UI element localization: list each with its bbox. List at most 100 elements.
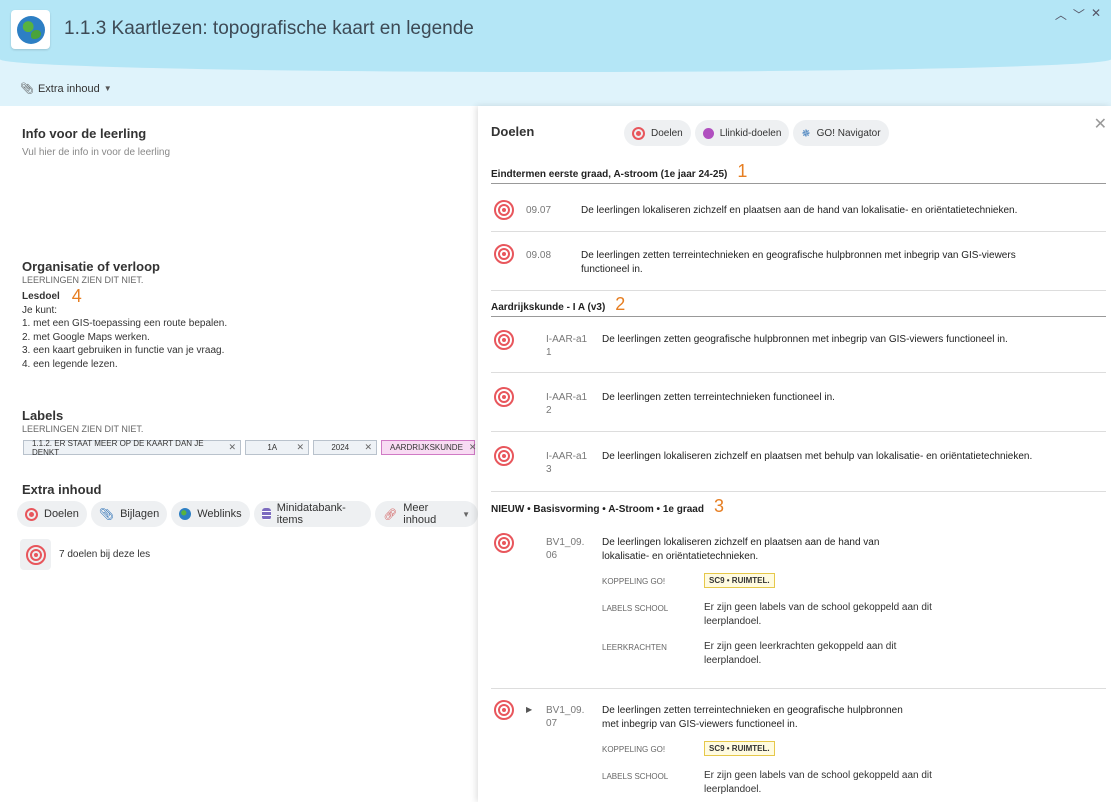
meta-label: KOPPELING GO! [602, 577, 666, 586]
goal-row[interactable]: I-AAR-a1 1 De leerlingen zetten geografis… [491, 330, 1106, 373]
lesdoel-line: 2. met Google Maps werken. [22, 331, 150, 343]
extra-content-toggle[interactable]: 📎︎ Extra inhoud ▼ [20, 82, 112, 96]
goals-panel: Doelen Doelen Llinkid-doelen ✵ GO! Naviga… [478, 106, 1111, 802]
label-tag[interactable]: AARDRIJKSKUNDE ✕ [381, 440, 477, 455]
goal-text: De leerlingen zetten terreintechnieken e… [602, 705, 903, 730]
goal-code: BV1_09. 07 [546, 705, 585, 729]
weblinks-button[interactable]: Weblinks [171, 501, 250, 527]
goal-text: De leerlingen lokaliseren zichzelf en pl… [602, 537, 880, 562]
organisation-title: Organisatie of verloop [22, 259, 160, 274]
target-icon [494, 700, 514, 720]
lesdoel-label: Lesdoel [22, 291, 60, 302]
goal-row[interactable]: 09.07 De leerlingen lokaliseren zichzelf… [491, 200, 1106, 232]
target-icon [632, 126, 645, 140]
target-icon [25, 507, 38, 521]
goal-row[interactable]: ▶ BV1_09. 07 De leerlingen zetten terrein… [491, 700, 1106, 802]
target-icon [494, 200, 514, 220]
extra-content-label: Extra inhoud [37, 82, 100, 95]
doelen-summary-icon[interactable] [20, 539, 51, 570]
lesdoel-line: 3. een kaart gebruiken in functie van je… [22, 345, 225, 356]
lesson-info-panel: Info voor de leerling Vul hier de info i… [0, 106, 478, 802]
caret-down-icon: ▼ [462, 509, 470, 519]
goal-text: De leerlingen lokaliseren zichzelf en pl… [602, 451, 1033, 462]
goal-row[interactable]: I-AAR-a1 2 De leerlingen zetten terreinte… [491, 387, 1106, 432]
paperclip-icon: 📎︎ [98, 507, 115, 521]
koppeling-badge: SC9 • RUIMTEL. [704, 573, 775, 588]
paperclip-icon: 📎︎ [20, 83, 34, 95]
target-icon [494, 446, 514, 466]
goal-row[interactable]: 09.08 De leerlingen zetten terreintechni… [491, 244, 1106, 291]
link-icon: 🔗︎ [383, 508, 398, 521]
goal-code: BV1_09. 06 [546, 537, 585, 561]
lesdoel-block[interactable]: Lesdoel 4 Je kunt: 1. met een GIS-toepas… [22, 286, 228, 371]
target-icon [494, 387, 514, 407]
chevron-up-icon[interactable]: ︿ [1055, 6, 1067, 23]
meta-label: LABELS SCHOOL [602, 604, 669, 613]
remove-icon[interactable]: ✕ [364, 442, 372, 453]
goal-row[interactable]: I-AAR-a1 3 De leerlingen lokaliseren zich… [491, 446, 1106, 492]
doelen-summary: 7 doelen bij deze les [59, 549, 151, 560]
database-icon [261, 508, 271, 520]
meta-label: KOPPELING GO! [602, 745, 666, 754]
meta-label: LABELS SCHOOL [602, 772, 669, 781]
labels-list: 1.1.2. ER STAAT MEER OP DE KAART DAN JE … [23, 439, 477, 457]
goal-text: De leerlingen zetten terreintechnieken e… [581, 250, 1016, 275]
goal-code: 09.08 [526, 250, 552, 261]
info-input[interactable]: Vul hier de info in voor de leerling [22, 147, 170, 158]
filter-doelen-button[interactable]: Doelen [624, 120, 691, 146]
globe-icon [16, 15, 45, 44]
goal-code: 09.07 [526, 205, 552, 216]
labels-note: LEERLINGEN ZIEN DIT NIET. [22, 424, 144, 434]
target-icon [25, 544, 46, 565]
compass-icon: ✵ [801, 127, 811, 140]
info-title: Info voor de leerling [22, 126, 147, 141]
window-controls: ︿ ﹀ ✕ [1055, 6, 1101, 23]
goals-filter-buttons: Doelen Llinkid-doelen ✵ GO! Navigator [624, 120, 889, 146]
app-header: 1.1.3 Kaartlezen: topografische kaart en… [0, 0, 1111, 106]
remove-icon[interactable]: ✕ [469, 442, 477, 453]
meer-inhoud-button[interactable]: 🔗︎ Meer inhoud ▼ [375, 501, 478, 527]
close-panel-icon[interactable]: ✕ [1094, 114, 1107, 134]
meta-label: LEERKRACHTEN [602, 643, 667, 652]
doelen-button[interactable]: Doelen [17, 501, 87, 527]
meta-value: Er zijn geen leerkrachten gekoppeld aan … [704, 641, 897, 666]
bijlagen-button[interactable]: 📎︎ Bijlagen [90, 501, 168, 527]
section-marker: 1 [737, 161, 748, 181]
goal-code: I-AAR-a1 2 [546, 392, 588, 416]
extra-content-title: Extra inhoud [22, 482, 102, 497]
goal-code: I-AAR-a1 3 [546, 451, 588, 475]
goal-text: De leerlingen zetten geografische hulpbr… [602, 334, 1008, 345]
goal-section-heading: NIEUW • Basisvorming • A-Stroom • 1e gra… [491, 496, 724, 516]
page-title: 1.1.3 Kaartlezen: topografische kaart en… [64, 18, 474, 39]
section-marker: 3 [713, 496, 724, 516]
llinkid-icon [702, 127, 714, 139]
meta-value: Er zijn geen labels van de school gekopp… [704, 602, 932, 627]
lesdoel-line: 1. met een GIS-toepassing een route bepa… [22, 318, 228, 329]
chevron-down-icon[interactable]: ﹀ [1073, 6, 1085, 23]
labels-title: Labels [22, 408, 64, 423]
filter-llinkid-button[interactable]: Llinkid-doelen [694, 120, 790, 146]
goal-text: De leerlingen lokaliseren zichzelf en pl… [581, 205, 1018, 216]
lesdoel-marker: 4 [71, 286, 82, 306]
goal-code: I-AAR-a1 1 [546, 334, 588, 358]
remove-icon[interactable]: ✕ [296, 442, 304, 453]
extra-content-buttons: Doelen 📎︎ Bijlagen Weblinks Minidatabank-… [17, 501, 478, 527]
label-tag[interactable]: 1A ✕ [245, 440, 309, 455]
label-tag[interactable]: 2024 ✕ [313, 440, 377, 455]
goals-panel-title: Doelen [491, 124, 535, 139]
expand-icon[interactable]: ▶ [526, 705, 532, 714]
target-icon [494, 244, 514, 264]
globe-icon [179, 508, 192, 520]
goal-row[interactable]: BV1_09. 06 De leerlingen lokaliseren zich… [491, 533, 1106, 689]
remove-icon[interactable]: ✕ [228, 442, 236, 453]
goal-section-heading: Aardrijkskunde - I A (v3) 2 [491, 295, 1106, 317]
lesdoel-line: Je kunt: [22, 304, 58, 316]
meta-value: Er zijn geen labels van de school gekopp… [704, 770, 932, 795]
caret-down-icon: ▼ [103, 84, 112, 93]
goal-section-heading: Eindtermen eerste graad, A-stroom (1e ja… [491, 162, 1106, 184]
label-tag[interactable]: 1.1.2. ER STAAT MEER OP DE KAART DAN JE … [23, 439, 241, 457]
close-icon[interactable]: ✕ [1091, 6, 1101, 23]
minidatabank-button[interactable]: Minidatabank-items [253, 501, 372, 527]
section-marker: 2 [615, 294, 626, 314]
filter-go-navigator-button[interactable]: ✵ GO! Navigator [793, 120, 889, 146]
